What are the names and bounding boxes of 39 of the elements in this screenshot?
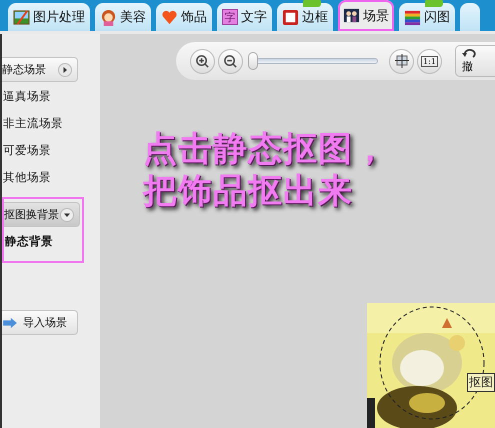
fit-screen-button[interactable] (389, 48, 414, 74)
zoom-out-button[interactable] (218, 48, 243, 74)
arrow-right-icon (58, 62, 72, 76)
tab[interactable]: 场景 (338, 0, 394, 31)
sidebar-item[interactable]: 逼真场景 (3, 89, 51, 104)
scene-category-button[interactable]: 静态场景 (2, 57, 78, 82)
tab[interactable] (460, 3, 480, 31)
caret-icon (60, 208, 74, 222)
frame-icon (282, 8, 299, 26)
tab[interactable]: 饰品 (156, 3, 212, 31)
undo-button[interactable]: 撤 (455, 45, 495, 77)
tab[interactable]: 边框 (277, 3, 333, 31)
zoom-in-button[interactable] (190, 48, 215, 74)
zoom-in-icon (195, 54, 210, 68)
import-scene-button[interactable]: 导入场景 (2, 310, 78, 335)
sidebar-item[interactable]: 其他场景 (3, 170, 51, 185)
sidebar-item[interactable]: 非主流场景 (3, 116, 63, 131)
instruction-text: 点击静态抠图， (143, 128, 389, 170)
slider-thumb[interactable] (248, 52, 258, 70)
character-icon: 字 (222, 9, 238, 25)
cutout-dropdown[interactable]: 抠图换背景 (4, 202, 80, 227)
actual-size-button[interactable]: 1:1 (417, 48, 442, 74)
scene-icon (343, 7, 360, 24)
undo-icon (462, 48, 476, 58)
girl-icon (100, 8, 117, 26)
instruction-text: 把饰品抠出来 (143, 170, 354, 212)
tab[interactable]: 字 文字 (217, 3, 272, 31)
zoom-out-icon (223, 54, 238, 68)
import-icon (2, 316, 18, 328)
cutout-tag: 抠图 (467, 373, 495, 392)
tab[interactable]: 美容 (95, 3, 151, 31)
zoom-slider[interactable] (250, 52, 378, 70)
photo-icon (13, 8, 30, 26)
tab[interactable]: 图片处理 (8, 3, 90, 31)
heart-icon (161, 8, 178, 26)
fit-screen-icon (394, 53, 410, 69)
tab[interactable]: 闪图 (399, 3, 455, 31)
sidebar-item[interactable]: 可爱场景 (3, 143, 51, 158)
stripes-icon (404, 8, 421, 26)
